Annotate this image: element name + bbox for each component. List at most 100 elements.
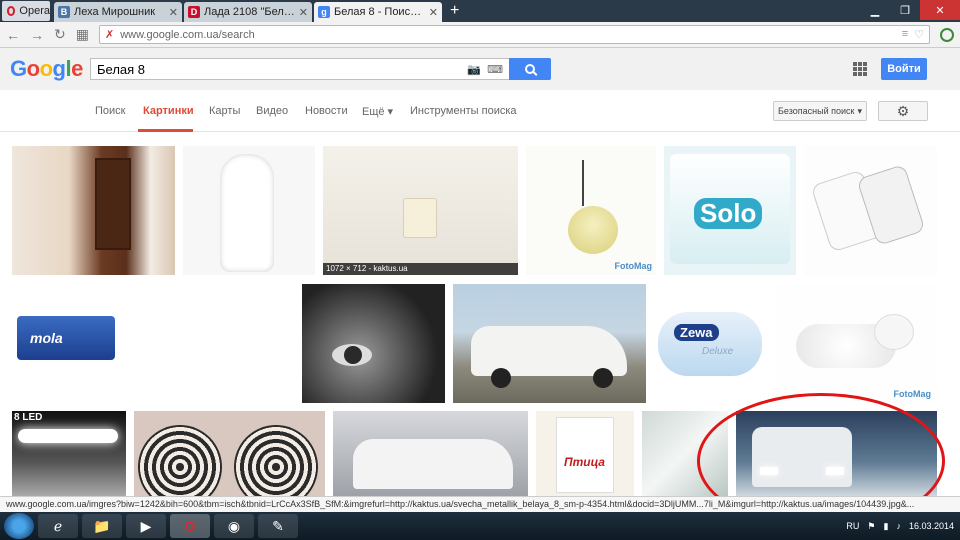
google-favicon-icon: g: [318, 6, 330, 18]
safe-search-label: Безопасный поиск: [778, 106, 855, 116]
reload-icon[interactable]: ↻: [54, 26, 66, 43]
paper-pack-shape: [658, 312, 762, 376]
solo-brand-label: Solo: [694, 198, 763, 229]
windows-start-button[interactable]: [4, 513, 34, 539]
image-result-tooth[interactable]: [183, 146, 315, 275]
forward-arrow-icon[interactable]: →: [30, 27, 44, 43]
extension-icon[interactable]: [940, 27, 954, 42]
minimize-icon[interactable]: ▁: [860, 0, 890, 20]
search-tools: 📷 ⌨: [467, 63, 503, 76]
close-tab-icon[interactable]: ✕: [429, 6, 438, 19]
gear-icon: ⚙: [896, 102, 910, 119]
security-badge-icon[interactable]: ✗: [105, 28, 114, 41]
selected-tab-indicator: [138, 129, 193, 132]
image-result-frosted-glass[interactable]: [642, 411, 728, 496]
image-result-ptica-cigarettes[interactable]: Птица: [536, 411, 634, 496]
search-box: 📷 ⌨: [90, 58, 510, 80]
window-controls: ▁ ❐ ✕: [860, 0, 960, 20]
tab-google-search[interactable]: g Белая 8 - Поиск в Google ✕: [314, 2, 442, 22]
language-indicator[interactable]: RU: [846, 521, 859, 531]
taskbar-explorer-icon[interactable]: 📁: [82, 514, 122, 538]
speed-dial-grid-icon[interactable]: ▦: [76, 26, 89, 43]
plate-shape: [138, 425, 222, 496]
search-button[interactable]: [509, 58, 551, 80]
keyboard-icon[interactable]: ⌨: [487, 63, 503, 76]
ptica-brand-label: Птица: [564, 455, 605, 469]
settings-button[interactable]: ⚙: [878, 101, 928, 121]
back-arrow-icon[interactable]: ←: [6, 27, 20, 43]
image-result-white-cat-figurine[interactable]: FotoMag: [776, 284, 937, 403]
system-tray: RU ⚑ ▮ ♪ 16.03.2014: [846, 521, 960, 532]
new-tab-button[interactable]: +: [444, 2, 465, 20]
camera-icon[interactable]: 📷: [467, 63, 481, 76]
browser-tab-bar: Opera В Леха Мирошник ✕ D Лада 2108 "Бел…: [0, 0, 960, 22]
tooth-shape: [220, 154, 274, 272]
image-result-solo-toilet-paper[interactable]: Solo: [664, 146, 796, 275]
tab-more[interactable]: Ещё ▾: [362, 105, 393, 118]
image-caption: 1072 × 712 - kaktus.ua: [323, 263, 518, 275]
image-result-led-headlight[interactable]: 8 LED: [12, 411, 126, 496]
image-result-white-lada-front[interactable]: [736, 411, 937, 496]
clock-date[interactable]: 16.03.2014: [909, 521, 954, 531]
plate-shape: [234, 425, 318, 496]
keychain-shape: [582, 160, 592, 206]
bookmark-heart-icon[interactable]: ♡: [914, 28, 924, 41]
logo-letter: o: [26, 56, 40, 81]
tab-drive2[interactable]: D Лада 2108 "Белая 8"(отве ✕: [184, 2, 312, 22]
url-text: www.google.com.ua/search: [120, 28, 255, 41]
image-result-candle[interactable]: 1072 × 712 - kaktus.ua: [323, 146, 518, 275]
status-bar-url: www.google.com.ua/imgres?biw=1242&bih=60…: [0, 496, 960, 512]
taskbar-chrome-icon[interactable]: ◉: [214, 514, 254, 538]
opera-menu-button[interactable]: Opera: [2, 1, 50, 21]
tab-video[interactable]: Видео: [256, 105, 288, 117]
apps-grid-icon[interactable]: [853, 62, 867, 76]
led-strip-shape: [18, 429, 118, 443]
image-result-damask-plates[interactable]: [134, 411, 325, 496]
chevron-down-icon: ▾: [857, 105, 862, 116]
tab-images[interactable]: Картинки: [143, 105, 194, 117]
maximize-icon[interactable]: ❐: [890, 0, 920, 20]
image-result-hallway-furniture[interactable]: [12, 146, 175, 275]
pupil-shape: [344, 346, 362, 364]
taskbar-opera-icon[interactable]: O: [170, 514, 210, 538]
taskbar-ie-icon[interactable]: ℯ: [38, 514, 78, 538]
network-icon[interactable]: ▮: [884, 521, 889, 532]
url-actions: ≡ ♡: [902, 28, 924, 41]
close-window-icon[interactable]: ✕: [920, 0, 960, 20]
taskbar-media-icon[interactable]: ▶: [126, 514, 166, 538]
tab-search[interactable]: Поиск: [95, 105, 125, 117]
tab-maps[interactable]: Карты: [209, 105, 240, 117]
google-logo[interactable]: Google: [10, 56, 83, 82]
search-input[interactable]: [97, 61, 468, 77]
close-tab-icon[interactable]: ✕: [299, 6, 308, 19]
safe-search-button[interactable]: Безопасный поиск ▾: [773, 101, 867, 121]
tab-title: Лада 2108 "Белая 8"(отве: [204, 6, 295, 18]
image-result-white-lada-2108[interactable]: [453, 284, 646, 403]
image-result-mola-paper[interactable]: mola: [12, 282, 119, 403]
close-tab-icon[interactable]: ✕: [169, 6, 178, 19]
volume-icon[interactable]: ♪: [896, 521, 901, 531]
windows-taskbar: ℯ 📁 ▶ O ◉ ✎ RU ⚑ ▮ ♪ 16.03.2014: [0, 512, 960, 540]
headlight-shape: [760, 467, 778, 475]
wheel-shape: [491, 368, 511, 388]
menu-lines-icon[interactable]: ≡: [902, 28, 908, 41]
search-icon: [525, 64, 535, 74]
login-button[interactable]: Войти: [881, 58, 927, 80]
flag-icon[interactable]: ⚑: [867, 521, 875, 532]
image-result-white-car-open-door[interactable]: [333, 411, 528, 496]
tab-news[interactable]: Новости: [305, 105, 348, 117]
image-result-eye[interactable]: [302, 284, 445, 403]
taskbar-paint-icon[interactable]: ✎: [258, 514, 298, 538]
watermark-label: FotoMag: [614, 261, 653, 271]
image-result-iphone-case[interactable]: [804, 146, 937, 275]
tab-search-tools[interactable]: Инструменты поиска: [410, 105, 517, 117]
search-nav: Поиск Картинки Карты Видео Новости Ещё ▾…: [0, 90, 960, 132]
image-result-angry-bird[interactable]: FotoMag: [526, 146, 656, 275]
bird-shape: [568, 206, 618, 254]
logo-letter: o: [39, 56, 53, 81]
cat-head-shape: [874, 314, 914, 350]
tab-vk[interactable]: В Леха Мирошник ✕: [54, 2, 182, 22]
image-result-zewa-deluxe[interactable]: Zewa Deluxe: [654, 284, 768, 403]
address-bar: ← → ↻ ▦ ✗ www.google.com.ua/search ≡ ♡: [0, 22, 960, 48]
url-input[interactable]: ✗ www.google.com.ua/search ≡ ♡: [98, 25, 930, 44]
